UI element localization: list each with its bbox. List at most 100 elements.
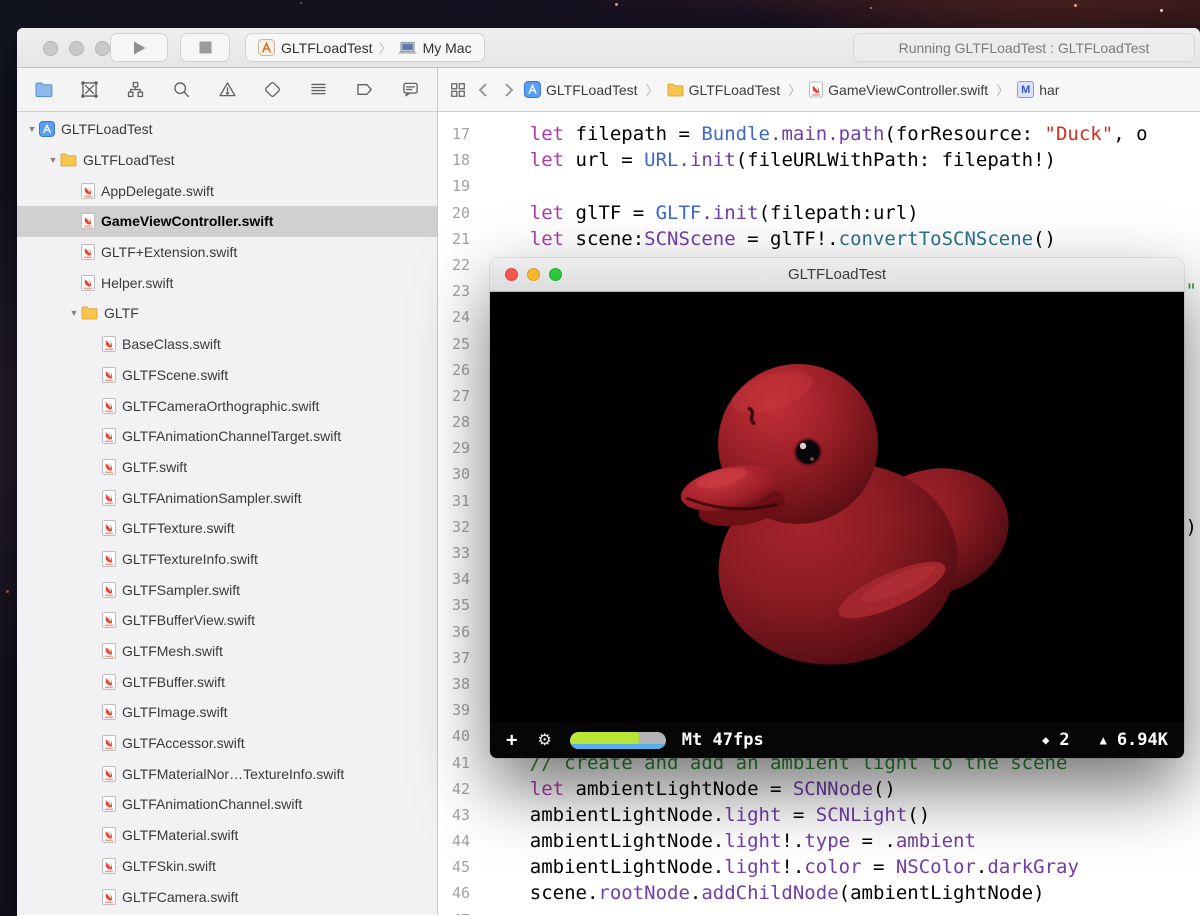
swift-file-icon bbox=[102, 397, 116, 414]
folder-icon bbox=[667, 83, 683, 96]
tree-item-gltfbufferview-swift[interactable]: GLTFBufferView.swift bbox=[17, 605, 437, 636]
related-items-icon[interactable] bbox=[448, 80, 468, 100]
my-mac-icon bbox=[397, 41, 417, 54]
breakpoint-navigator-icon[interactable] bbox=[354, 79, 375, 100]
file-label: GLTFBufferView.swift bbox=[122, 612, 256, 629]
line-number: 29 bbox=[451, 439, 470, 458]
test-navigator-icon[interactable] bbox=[262, 79, 283, 100]
symbol-navigator-icon[interactable] bbox=[125, 79, 146, 100]
swift-file-icon bbox=[102, 796, 116, 813]
tree-item-gltfloadtest[interactable]: ▼ GLTFLoadTest bbox=[17, 145, 437, 176]
code-line-19: 19 bbox=[438, 173, 1200, 199]
tree-item-gltfbuffer-swift[interactable]: GLTFBuffer.swift bbox=[17, 666, 437, 697]
tree-item-gltfscene-swift[interactable]: GLTFScene.swift bbox=[17, 360, 437, 391]
file-label: GLTFSkin.swift bbox=[122, 857, 216, 874]
breadcrumb-file[interactable]: GameViewController.swift bbox=[809, 81, 988, 98]
close-button[interactable] bbox=[505, 268, 518, 281]
tree-item-gltfmesh-swift[interactable]: GLTFMesh.swift bbox=[17, 636, 437, 667]
line-number: 32 bbox=[451, 517, 470, 536]
draw-call-count: 2 bbox=[1059, 730, 1070, 750]
swift-file-icon bbox=[102, 857, 116, 874]
stop-button[interactable] bbox=[180, 33, 230, 62]
tree-item-gltfcamera-swift[interactable]: GLTFCamera.swift bbox=[17, 881, 437, 912]
tree-item-gltfaccessor-swift[interactable]: GLTFAccessor.swift bbox=[17, 728, 437, 759]
swift-file-icon bbox=[102, 765, 116, 782]
gear-icon[interactable]: ⚙ bbox=[537, 730, 551, 750]
file-label: AppDelegate.swift bbox=[101, 182, 214, 199]
scenekit-view[interactable]: + ⚙ Mt 47fps ◆ 2 ▲ 6.94K bbox=[490, 292, 1184, 758]
swift-file-icon bbox=[102, 520, 116, 537]
zoom-button[interactable] bbox=[95, 41, 110, 56]
line-number: 19 bbox=[451, 177, 470, 196]
tree-item-gltfimage-swift[interactable]: GLTFImage.swift bbox=[17, 697, 437, 728]
project-file-tree[interactable]: ▼ GLTFLoadTest ▼ GLTFLoadTest AppDelegate.sw… bbox=[17, 112, 437, 915]
line-number: 39 bbox=[451, 701, 470, 720]
tree-item-gltfcameraorthographic-swift[interactable]: GLTFCameraOrthographic.swift bbox=[17, 390, 437, 421]
folder-icon bbox=[81, 306, 98, 320]
tree-item-gameviewcontroller-swift[interactable]: GameViewController.swift bbox=[17, 206, 437, 237]
issue-navigator-icon[interactable] bbox=[217, 79, 238, 100]
scheme-selector[interactable]: GLTFLoadTest 〉 My Mac bbox=[245, 33, 485, 62]
line-number: 24 bbox=[451, 308, 470, 327]
scene-window-titlebar[interactable]: GLTFLoadTest bbox=[490, 258, 1184, 292]
file-label: GLTFCamera.swift bbox=[122, 888, 239, 905]
tree-item-gltf[interactable]: ▼ GLTF bbox=[17, 298, 437, 329]
tree-item-baseclass-swift[interactable]: BaseClass.swift bbox=[17, 329, 437, 360]
source-control-navigator-icon[interactable] bbox=[79, 79, 100, 100]
polygon-count-icon: ▲ bbox=[1099, 733, 1107, 747]
breadcrumb-separator: 〉 bbox=[996, 83, 1010, 98]
file-label: Helper.swift bbox=[101, 274, 174, 291]
find-navigator-icon[interactable] bbox=[171, 79, 192, 100]
tree-item-gltfskin-swift[interactable]: GLTFSkin.swift bbox=[17, 851, 437, 882]
tree-item-gltf-swift[interactable]: GLTF.swift bbox=[17, 452, 437, 483]
breadcrumb-project[interactable]: GLTFLoadTest bbox=[524, 81, 638, 98]
report-navigator-icon[interactable] bbox=[400, 79, 421, 100]
breadcrumb-separator: 〉 bbox=[788, 83, 802, 98]
debug-navigator-icon[interactable] bbox=[308, 79, 329, 100]
file-label: GLTFMaterialNor…TextureInfo.swift bbox=[122, 765, 345, 782]
disclosure-triangle-icon[interactable]: ▼ bbox=[67, 308, 81, 318]
minimize-button[interactable] bbox=[527, 268, 540, 281]
tree-item-gltfanimationchanneltarget-swift[interactable]: GLTFAnimationChannelTarget.swift bbox=[17, 421, 437, 452]
close-button[interactable] bbox=[43, 41, 58, 56]
file-label: GLTFAnimationChannel.swift bbox=[122, 796, 303, 813]
tree-item-gltftextureinfo-swift[interactable]: GLTFTextureInfo.swift bbox=[17, 544, 437, 575]
method-badge: M bbox=[1017, 81, 1035, 98]
disclosure-triangle-icon[interactable]: ▼ bbox=[25, 124, 39, 134]
tree-item-helper-swift[interactable]: Helper.swift bbox=[17, 267, 437, 298]
breadcrumb-group[interactable]: GLTFLoadTest bbox=[667, 82, 780, 98]
tree-item-appdelegate-swift[interactable]: AppDelegate.swift bbox=[17, 175, 437, 206]
minimize-button[interactable] bbox=[69, 41, 84, 56]
tree-item-gltfmaterialnor-textureinfo-swift[interactable]: GLTFMaterialNor…TextureInfo.swift bbox=[17, 758, 437, 789]
file-label: GLTFBuffer.swift bbox=[122, 673, 225, 690]
file-label: GLTFAccessor.swift bbox=[122, 735, 245, 752]
expand-stats-button[interactable]: + bbox=[506, 729, 517, 751]
run-button[interactable] bbox=[110, 33, 168, 62]
project-icon bbox=[524, 81, 541, 98]
tree-item-gltfsampler-swift[interactable]: GLTFSampler.swift bbox=[17, 574, 437, 605]
file-label: GLTFTextureInfo.swift bbox=[122, 550, 258, 567]
tree-item-gltftexture-swift[interactable]: GLTFTexture.swift bbox=[17, 513, 437, 544]
line-number: 42 bbox=[451, 779, 470, 798]
forward-button[interactable] bbox=[500, 81, 516, 99]
zoom-button[interactable] bbox=[549, 268, 562, 281]
code-text: let ambientLightNode = SCNNode() bbox=[484, 777, 896, 800]
file-label: GLTFTexture.swift bbox=[122, 520, 235, 537]
scheme-separator: 〉 bbox=[378, 41, 392, 56]
breadcrumb-method[interactable]: M har bbox=[1017, 81, 1059, 98]
disclosure-triangle-icon[interactable]: ▼ bbox=[46, 155, 60, 165]
tree-item-gltfmaterial-swift[interactable]: GLTFMaterial.swift bbox=[17, 820, 437, 851]
line-number: 37 bbox=[451, 648, 470, 667]
file-label: GLTFMaterial.swift bbox=[122, 827, 239, 844]
swift-file-icon bbox=[102, 581, 116, 598]
breadcrumb-label: har bbox=[1039, 81, 1060, 98]
tree-item-gltfanimationsampler-swift[interactable]: GLTFAnimationSampler.swift bbox=[17, 482, 437, 513]
line-number: 18 bbox=[451, 151, 470, 170]
project-navigator-icon[interactable] bbox=[33, 79, 54, 100]
back-button[interactable] bbox=[476, 81, 492, 99]
tree-item-gltfanimationchannel-swift[interactable]: GLTFAnimationChannel.swift bbox=[17, 789, 437, 820]
tree-item-gltfloadtest[interactable]: ▼ GLTFLoadTest bbox=[17, 114, 437, 145]
file-label: GLTF.swift bbox=[122, 458, 188, 475]
star-speck bbox=[615, 3, 618, 6]
tree-item-gltf-extension-swift[interactable]: GLTF+Extension.swift bbox=[17, 237, 437, 268]
